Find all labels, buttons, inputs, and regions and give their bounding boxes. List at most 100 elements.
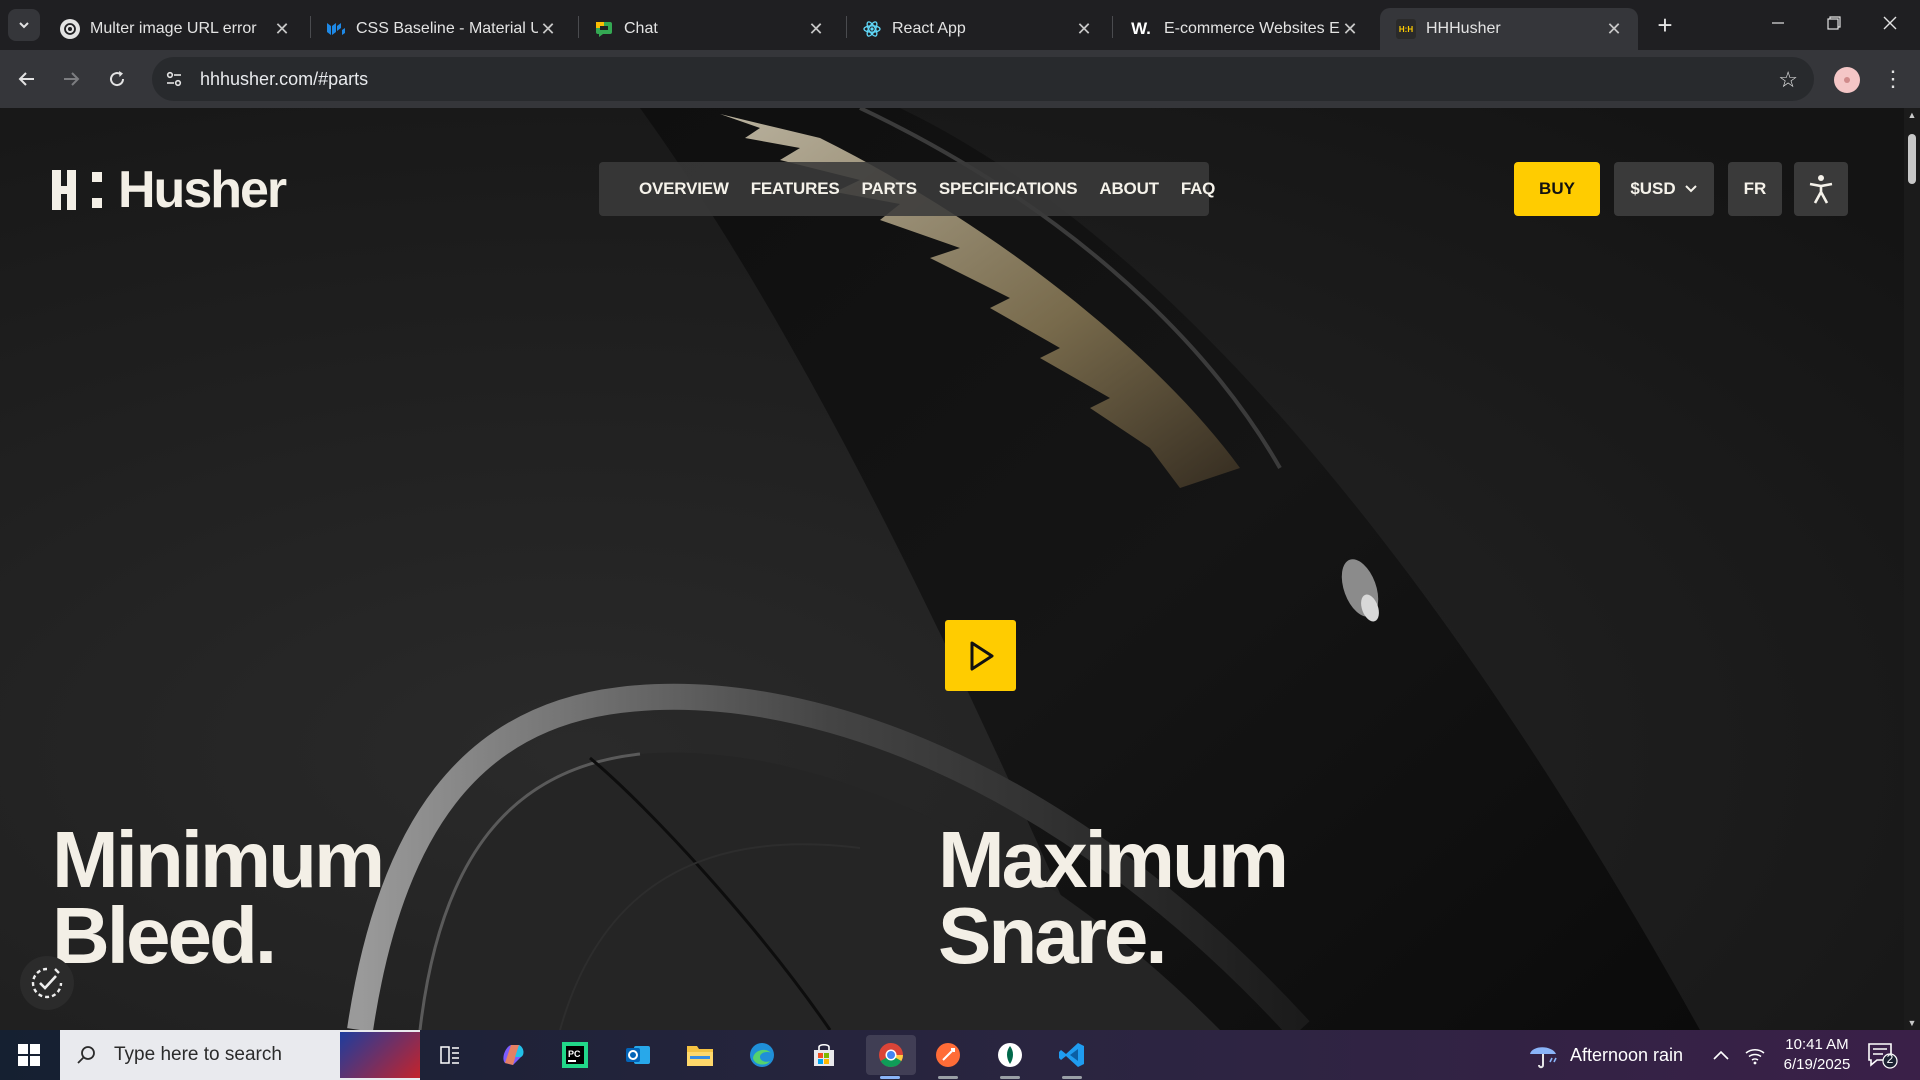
notification-center-button[interactable]: 2 [1866,1040,1900,1070]
nav-faq[interactable]: FAQ [1181,179,1216,199]
nav-overview[interactable]: OVERVIEW [639,179,729,199]
edge-icon[interactable] [742,1035,782,1075]
task-view-icon[interactable] [430,1035,470,1075]
cookie-consent-button[interactable] [20,956,74,1010]
taskbar-search[interactable]: Type here to search [60,1030,420,1080]
chrome-icon[interactable] [866,1035,916,1079]
active-indicator [880,1076,900,1079]
headline-line: Bleed. [52,891,277,980]
browser-toolbar: hhhusher.com/#parts ☆ ⋮ [0,50,1920,108]
nav-about[interactable]: ABOUT [1099,179,1159,199]
close-icon[interactable]: ✕ [1604,19,1624,39]
copilot-icon[interactable] [493,1035,533,1075]
windows-taskbar: Type here to search PC Afternoon rain 10… [0,1030,1920,1080]
windows-icon [18,1044,40,1066]
minimize-icon [1772,22,1784,24]
weather-widget[interactable]: Afternoon rain [1528,1030,1683,1080]
nav-specifications[interactable]: SPECIFICATIONS [939,179,1078,199]
start-button[interactable] [0,1030,58,1080]
nav-parts[interactable]: PARTS [861,179,917,199]
bookmark-star-icon[interactable]: ☆ [1778,67,1798,93]
tab-multer[interactable]: Multer image URL error ✕ [44,8,306,50]
logo-text: Husher [118,161,287,219]
back-button[interactable] [8,60,46,98]
system-clock[interactable]: 10:41 AM 6/19/2025 [1772,1035,1862,1075]
logo-mark-icon [52,168,108,212]
tab-title: Chat [624,20,658,37]
language-button[interactable]: FR [1728,162,1782,216]
headline-line: Minimum [52,815,385,904]
running-indicator [1062,1076,1082,1079]
scroll-down-arrow-icon[interactable]: ▼ [1907,1018,1917,1028]
mui-icon [326,19,346,39]
search-placeholder: Type here to search [114,1044,282,1065]
accessibility-icon [1809,175,1833,204]
restore-button[interactable] [1806,0,1862,46]
reload-icon [110,71,125,87]
nav-features[interactable]: FEATURES [751,179,840,199]
arrow-left-icon [18,72,34,86]
postman-icon[interactable] [928,1035,968,1079]
close-icon[interactable]: ✕ [1074,19,1094,39]
minimize-button[interactable] [1750,0,1806,46]
cookie-check-icon [31,967,63,999]
tab-search-button[interactable] [8,9,40,41]
currency-label: $USD [1630,179,1676,198]
close-icon [1883,16,1897,30]
play-icon [970,641,993,670]
close-icon[interactable]: ✕ [806,19,826,39]
headline-line: Snare. [938,891,1168,980]
close-window-button[interactable] [1862,0,1918,46]
close-icon[interactable]: ✕ [1340,19,1360,39]
scroll-up-arrow-icon[interactable]: ▲ [1907,110,1917,120]
search-highlight-icon [340,1032,420,1078]
hhhusher-icon: H:H [1396,19,1416,39]
arrow-right-icon [64,72,80,86]
pycharm-icon[interactable]: PC [555,1035,595,1075]
tab-title: E-commerce Websites Exar [1164,20,1340,37]
url-text[interactable]: hhhusher.com/#parts [200,69,368,90]
tab-hhhusher[interactable]: H:H HHHusher ✕ [1380,8,1638,50]
new-tab-button[interactable]: + [1650,10,1680,40]
close-icon[interactable]: ✕ [538,19,558,39]
page-scrollbar[interactable]: ▲ ▼ [1904,108,1920,1030]
restore-icon [1827,16,1841,30]
play-video-button[interactable] [945,620,1016,691]
site-info-icon[interactable] [156,61,192,97]
main-navigation: OVERVIEW FEATURES PARTS SPECIFICATIONS A… [599,162,1215,216]
mongodb-compass-icon[interactable] [990,1035,1030,1079]
profile-avatar[interactable] [1834,67,1860,93]
w-icon: W. [1131,19,1151,38]
vscode-icon[interactable] [1052,1035,1092,1079]
headline-minimum-bleed: Minimum Bleed. [52,815,385,980]
address-bar[interactable]: hhhusher.com/#parts ☆ [152,57,1814,101]
google-chat-icon [594,19,614,39]
browser-menu-icon[interactable]: ⋮ [1880,64,1906,94]
outlook-icon[interactable] [618,1035,658,1075]
file-explorer-icon[interactable] [680,1035,720,1075]
svg-text:PC: PC [568,1049,581,1059]
search-icon [77,1046,95,1064]
tab-chat[interactable]: Chat ✕ [578,8,840,50]
forward-button[interactable] [52,60,90,98]
show-hidden-icons-button[interactable] [1712,1030,1730,1080]
buy-button[interactable]: BUY [1514,162,1600,216]
scrollbar-thumb[interactable] [1908,134,1916,184]
headline-maximum-snare: Maximum Snare. [938,815,1289,980]
close-icon[interactable]: ✕ [272,19,292,39]
tab-css-baseline[interactable]: CSS Baseline - Material UI ✕ [310,8,572,50]
notification-count: 2 [1886,1052,1894,1066]
tab-ecommerce[interactable]: W. E-commerce Websites Exar ✕ [1112,8,1374,50]
headline-line: Maximum [938,815,1289,904]
site-logo[interactable]: Husher [52,160,287,220]
accessibility-button[interactable] [1794,162,1848,216]
currency-selector[interactable]: $USD [1614,162,1714,216]
network-icon[interactable] [1744,1030,1766,1080]
tab-react-app[interactable]: React App ✕ [846,8,1108,50]
microsoft-store-icon[interactable] [804,1035,844,1075]
tab-title: HHHusher [1426,20,1501,37]
tab-title: Multer image URL error [90,20,257,37]
chevron-down-icon [19,22,29,29]
reload-button[interactable] [98,60,136,98]
clock-time: 10:41 AM [1785,1036,1849,1053]
